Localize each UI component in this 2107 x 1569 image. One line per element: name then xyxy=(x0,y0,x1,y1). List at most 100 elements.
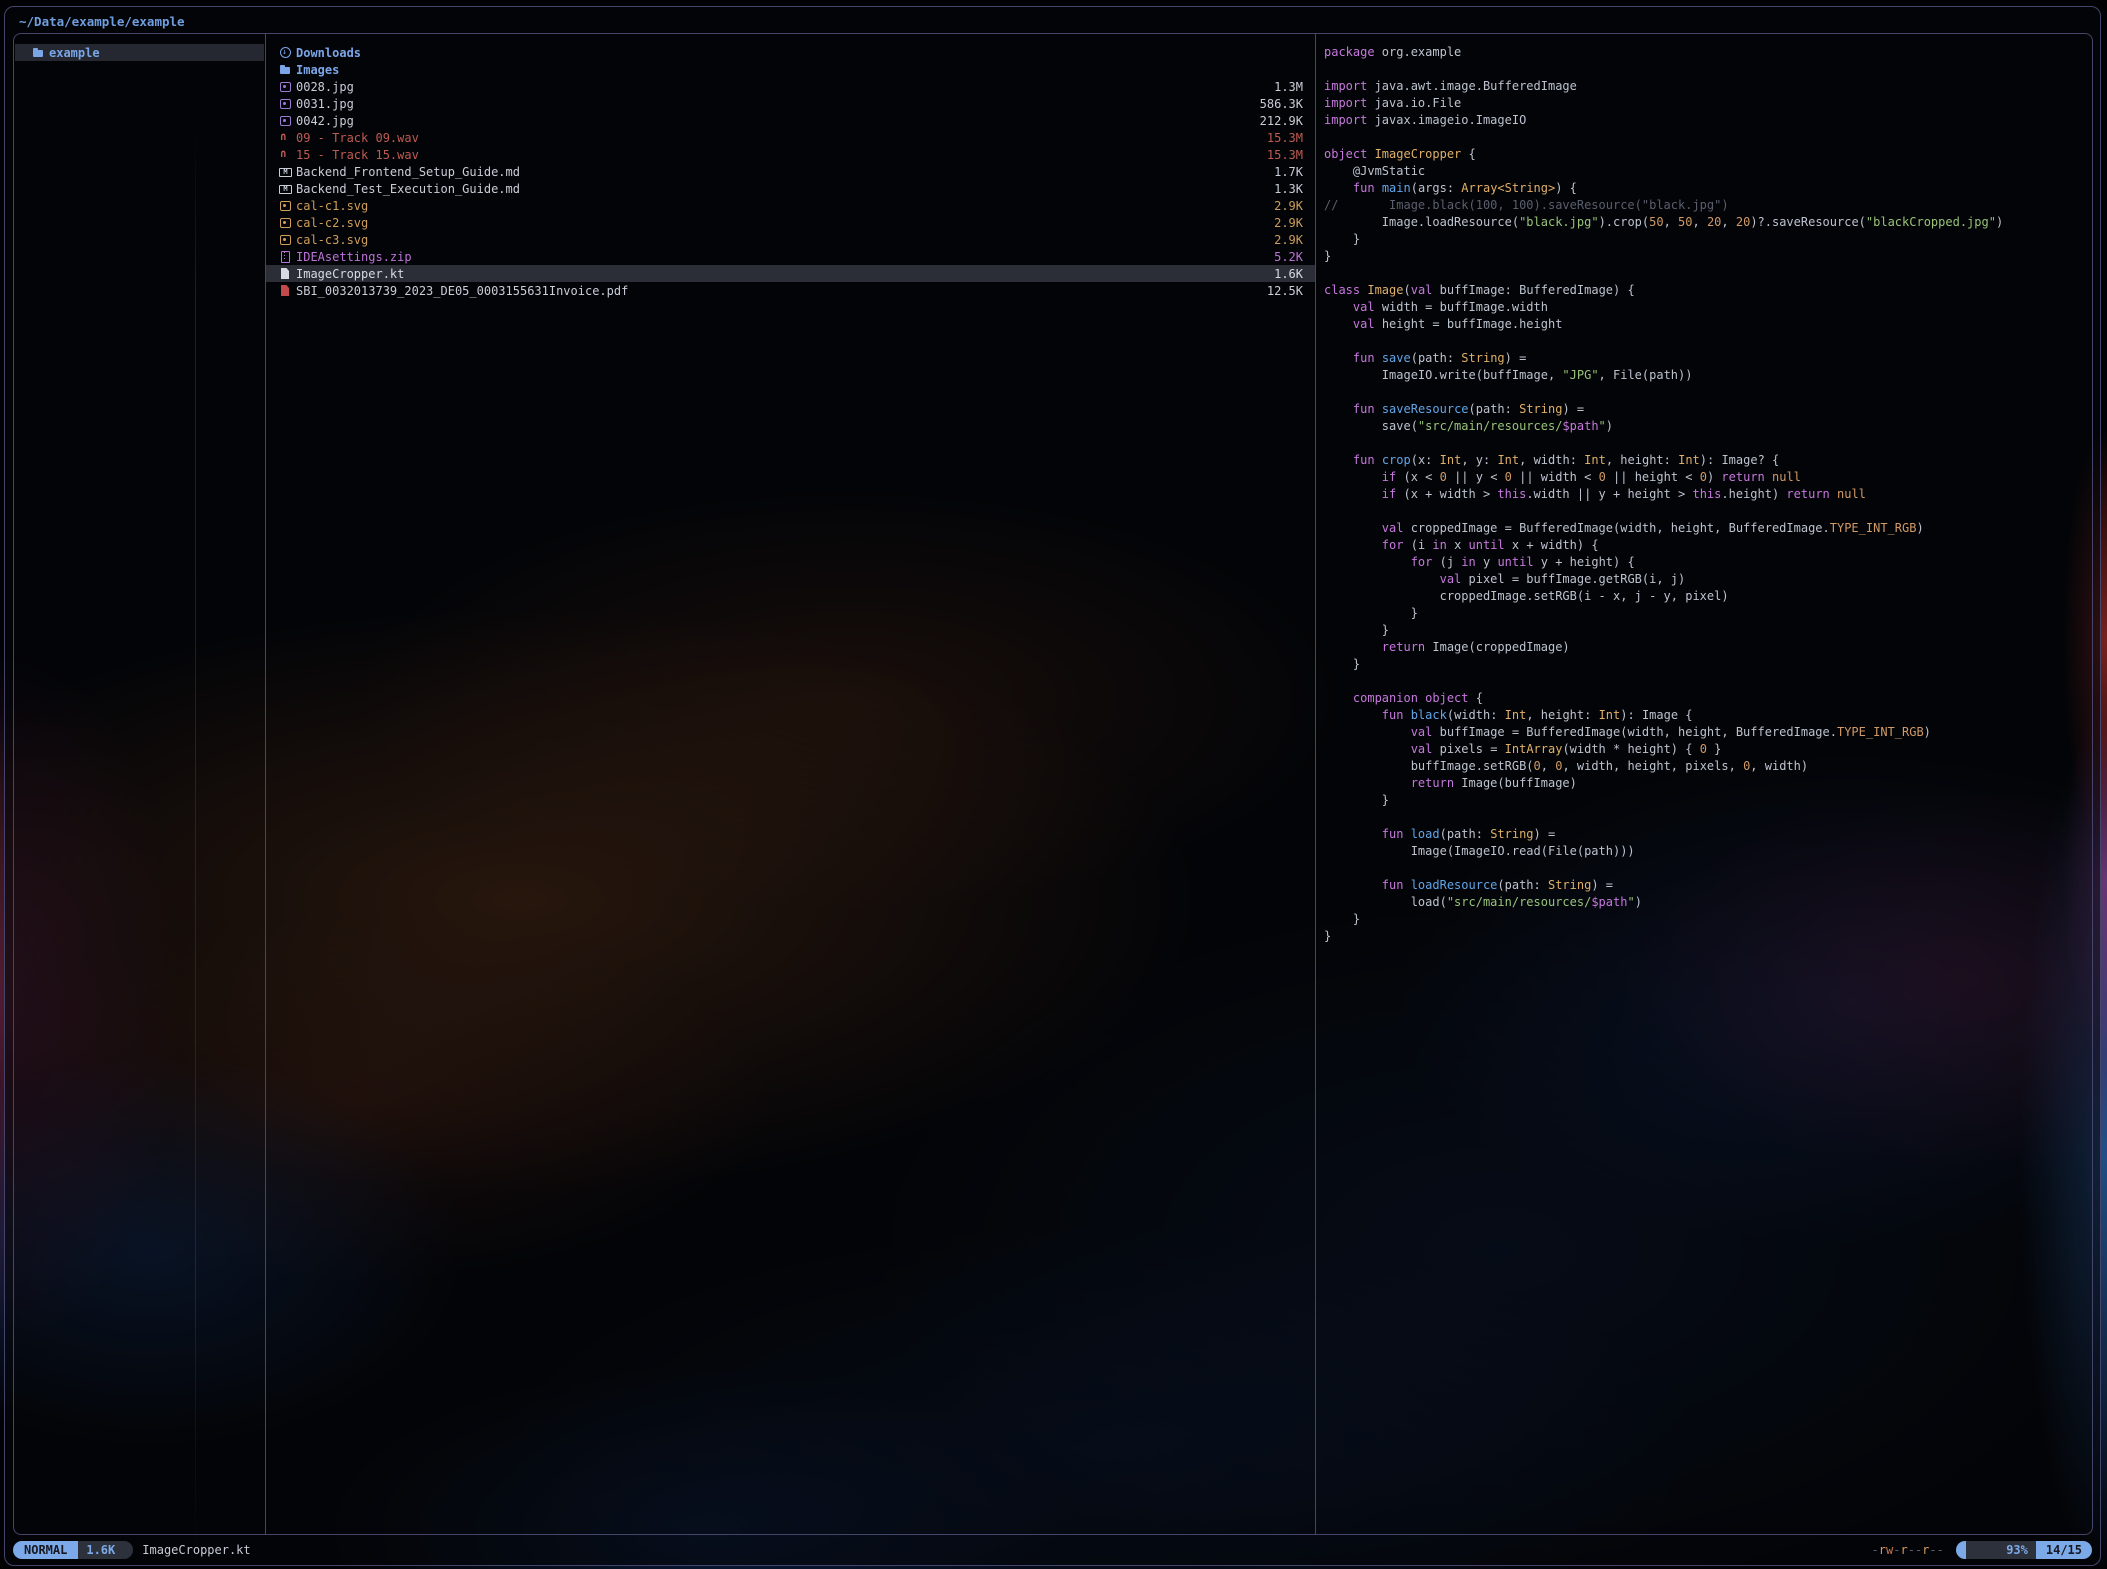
parent-directory-pane: example xyxy=(14,34,265,1534)
code-line: } xyxy=(1324,622,2092,639)
archive-icon xyxy=(279,250,292,263)
file-size-badge: 1.6K xyxy=(78,1541,123,1559)
code-line: package org.example xyxy=(1324,44,2092,61)
code-line: fun load(path: String) = xyxy=(1324,826,2092,843)
code-line: croppedImage.setRGB(i - x, j - y, pixel) xyxy=(1324,588,2092,605)
file-row[interactable]: ImageCropper.kt 1.6K xyxy=(266,265,1315,282)
breadcrumb-path: ~/Data/example/example xyxy=(19,10,185,34)
markdown-icon xyxy=(279,182,292,195)
code-line: } xyxy=(1324,605,2092,622)
file-row[interactable]: Downloads xyxy=(266,44,1315,61)
file-row[interactable]: Backend_Test_Execution_Guide.md1.3K xyxy=(266,180,1315,197)
file-row[interactable]: cal-c1.svg2.9K xyxy=(266,197,1315,214)
code-line: return Image(buffImage) xyxy=(1324,775,2092,792)
file-list-pane: Downloads Images 0028.jpg1.3M 0031.jpg58… xyxy=(266,34,1315,1534)
code-line: companion object { xyxy=(1324,690,2092,707)
preview-pane: package org.example import java.awt.imag… xyxy=(1316,34,2092,1534)
current-directory-path: ~/Data/example/example xyxy=(19,14,185,29)
code-line: @JvmStatic xyxy=(1324,163,2092,180)
code-line xyxy=(1324,129,2092,146)
code-line: load("src/main/resources/$path") xyxy=(1324,894,2092,911)
code-line xyxy=(1324,860,2092,877)
file-row[interactable]: Backend_Frontend_Setup_Guide.md1.7K xyxy=(266,163,1315,180)
image-icon xyxy=(279,114,292,127)
mode-badge: NORMAL xyxy=(13,1541,78,1559)
image-icon xyxy=(279,233,292,246)
code-line: import java.io.File xyxy=(1324,95,2092,112)
file-size: 5.2K xyxy=(1274,250,1303,264)
folder-icon xyxy=(279,63,292,76)
code-line xyxy=(1324,673,2092,690)
file-name: ImageCropper.kt xyxy=(296,267,1266,281)
code-line: import java.awt.image.BufferedImage xyxy=(1324,78,2092,95)
code-line: } xyxy=(1324,656,2092,673)
code-line xyxy=(1324,265,2092,282)
file-size: 2.9K xyxy=(1274,216,1303,230)
code-line xyxy=(1324,435,2092,452)
file-row[interactable]: cal-c3.svg2.9K xyxy=(266,231,1315,248)
scroll-percent: 93% xyxy=(1966,1541,2036,1559)
image-icon xyxy=(279,199,292,212)
file-row[interactable]: 09 - Track 09.wav15.3M xyxy=(266,129,1315,146)
code-line: fun crop(x: Int, y: Int, width: Int, hei… xyxy=(1324,452,2092,469)
image-icon xyxy=(279,216,292,229)
code-line: } xyxy=(1324,248,2092,265)
file-row[interactable]: IDEAsettings.zip5.2K xyxy=(266,248,1315,265)
code-line: val height = buffImage.height xyxy=(1324,316,2092,333)
code-line: for (i in x until x + width) { xyxy=(1324,537,2092,554)
file-name: SBI_0032013739_2023_DE05_0003155631Invoi… xyxy=(296,284,1259,298)
image-icon xyxy=(279,80,292,93)
file-name: cal-c1.svg xyxy=(296,199,1266,213)
code-line: } xyxy=(1324,928,2092,945)
file-row[interactable]: 0028.jpg1.3M xyxy=(266,78,1315,95)
file-size: 15.3M xyxy=(1267,131,1303,145)
headphones-icon xyxy=(279,131,292,144)
file-name: cal-c2.svg xyxy=(296,216,1266,230)
file-name: Backend_Frontend_Setup_Guide.md xyxy=(296,165,1266,179)
status-bar: NORMAL 1.6K ImageCropper.kt -rw-r--r-- 9… xyxy=(13,1540,2092,1560)
code-line: buffImage.setRGB(0, 0, width, height, pi… xyxy=(1324,758,2092,775)
file-size: 1.6K xyxy=(1274,267,1303,281)
code-line: ImageIO.write(buffImage, "JPG", File(pat… xyxy=(1324,367,2092,384)
code-line xyxy=(1324,333,2092,350)
file-row[interactable]: cal-c2.svg 2.9K xyxy=(266,214,1315,231)
file-row[interactable]: SBI_0032013739_2023_DE05_0003155631Invoi… xyxy=(266,282,1315,299)
code-line: object ImageCropper { xyxy=(1324,146,2092,163)
code-line: return Image(croppedImage) xyxy=(1324,639,2092,656)
code-line: if (x < 0 || y < 0 || width < 0 || heigh… xyxy=(1324,469,2092,486)
file-row[interactable]: 0042.jpg212.9K xyxy=(266,112,1315,129)
file-row[interactable]: 0031.jpg586.3K xyxy=(266,95,1315,112)
file-size: 15.3M xyxy=(1267,148,1303,162)
code-line: import javax.imageio.ImageIO xyxy=(1324,112,2092,129)
code-line: Image.loadResource("black.jpg").crop(50,… xyxy=(1324,214,2092,231)
file-size: 2.9K xyxy=(1274,233,1303,247)
code-line: class Image(val buffImage: BufferedImage… xyxy=(1324,282,2092,299)
code-line: val width = buffImage.width xyxy=(1324,299,2092,316)
cursor-position: 14/15 xyxy=(2036,1541,2092,1559)
code-line: if (x + width > this.width || y + height… xyxy=(1324,486,2092,503)
file-name: 0028.jpg xyxy=(296,80,1266,94)
file-name: 15 - Track 15.wav xyxy=(296,148,1259,162)
file-name: Images xyxy=(296,63,1295,77)
code-line xyxy=(1324,61,2092,78)
code-line xyxy=(1324,809,2092,826)
status-right-group: -rw-r--r-- 93% 14/15 xyxy=(1872,1541,2092,1559)
headphones-icon xyxy=(279,148,292,161)
file-row[interactable]: 15 - Track 15.wav 15.3M xyxy=(266,146,1315,163)
markdown-icon xyxy=(279,165,292,178)
file-row[interactable]: example xyxy=(15,44,264,61)
file-row[interactable]: Images xyxy=(266,61,1315,78)
download-icon xyxy=(279,46,292,59)
document-icon xyxy=(279,267,292,280)
code-line: fun loadResource(path: String) = xyxy=(1324,877,2092,894)
panes-box: example Downloads Images 0028.jpg1.3M 00… xyxy=(13,33,2093,1535)
file-size: 12.5K xyxy=(1267,284,1303,298)
pdf-icon xyxy=(279,284,292,297)
file-name: Backend_Test_Execution_Guide.md xyxy=(296,182,1266,196)
code-line: val croppedImage = BufferedImage(width, … xyxy=(1324,520,2092,537)
code-line: fun black(width: Int, height: Int): Imag… xyxy=(1324,707,2092,724)
folder-icon xyxy=(32,46,45,59)
code-line: // Image.black(100, 100).saveResource("b… xyxy=(1324,197,2092,214)
code-line: } xyxy=(1324,911,2092,928)
powerline-left-cap-icon xyxy=(1956,1541,1966,1559)
